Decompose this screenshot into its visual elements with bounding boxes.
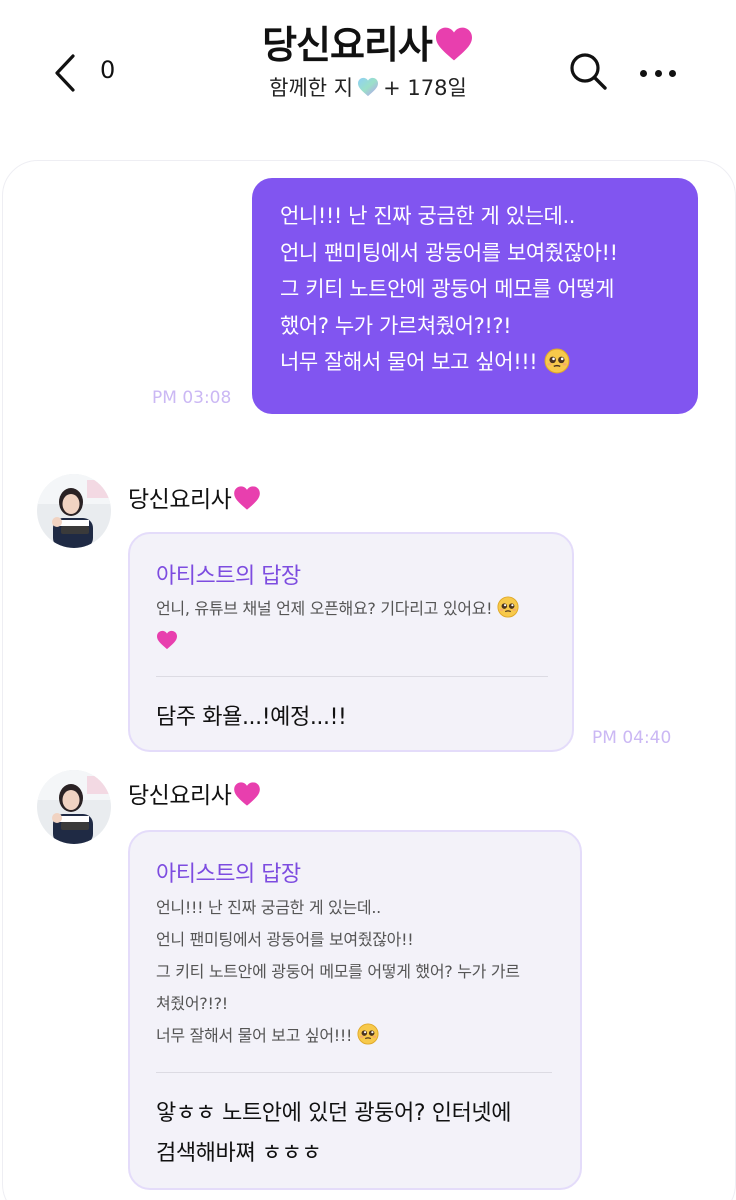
chat-header: 0 당신요리사 함께한 지 + 178일 [0,0,736,140]
quoted-line-text: 너무 잘해서 물어 보고 싶어!!! [156,1026,353,1045]
sender-name-text: 당신요리사 [128,783,232,809]
artist-reply-card[interactable]: 아티스트의 답장 언니!!! 난 진짜 궁금한 게 있는데.. 언니 팬미팅에서… [128,830,582,1190]
avatar-photo [37,474,111,548]
quoted-message: 언니!!! 난 진짜 궁금한 게 있는데.. 언니 팬미팅에서 광둥어를 보여줬… [156,892,520,1052]
answer-line: 앟ㅎㅎ 노트안에 있던 광둥어? 인터넷에 [156,1101,512,1126]
message-line-text: 너무 잘해서 물어 보고 싶어!!! [280,350,538,374]
artist-answer: 앟ㅎㅎ 노트안에 있던 광둥어? 인터넷에 검색해바쪄 ㅎㅎㅎ [156,1094,511,1174]
quoted-message: 언니, 유튜브 채널 언제 오픈해요? 기다리고 있어요! [156,593,519,657]
message-line: 너무 잘해서 물어 보고 싶어!!! [280,344,688,381]
message-time: PM 03:08 [152,388,232,408]
answer-line: 검색해바쪄 ㅎㅎㅎ [156,1141,322,1166]
together-days-count: + 178일 [383,76,467,100]
quoted-line: 언니, 유튜브 채널 언제 오픈해요? 기다리고 있어요! [156,593,519,625]
avatar-photo [37,770,111,844]
answer-line: 담주 화욜...!예정...!! [156,705,347,730]
artist-reply-card[interactable]: 아티스트의 답장 언니, 유튜브 채널 언제 오픈해요? 기다리고 있어요! 담… [128,532,574,752]
sender-name: 당신요리사 [128,480,261,514]
together-days: 함께한 지 + 178일 [0,72,736,102]
pink-heart-icon [434,26,474,62]
pink-heart-icon [233,781,261,807]
gradient-heart-icon [357,77,379,97]
artist-answer: 담주 화욜...!예정...!! [156,698,347,738]
avatar[interactable] [37,770,111,844]
pleading-face-icon [544,348,570,374]
divider [156,676,548,677]
quoted-line: 언니 팬미팅에서 광둥어를 보여줬잖아!! [156,930,414,949]
dot-icon [640,69,647,77]
quoted-line: 너무 잘해서 물어 보고 싶어!!! [156,1020,520,1052]
more-options-button[interactable] [636,58,680,88]
quoted-line: 쳐줬어?!?! [156,994,228,1013]
quoted-line: 언니!!! 난 진짜 궁금한 게 있는데.. [156,898,381,917]
reply-time: PM 04:40 [592,728,672,748]
sender-name: 당신요리사 [128,776,261,810]
message-line: 했어? 누가 가르쳐줬어?!?! [280,313,512,338]
pleading-face-icon [357,1023,379,1045]
chat-title-text: 당신요리사 [262,23,433,67]
message-line: 언니 팬미팅에서 광둥어를 보여줬잖아!! [280,240,618,265]
pink-heart-icon [156,630,178,650]
dot-icon [669,69,676,77]
quoted-line-text: 언니, 유튜브 채널 언제 오픈해요? 기다리고 있어요! [156,599,493,618]
quoted-line [156,625,519,657]
chat-title: 당신요리사 [0,14,736,69]
avatar[interactable] [37,474,111,548]
sender-name-text: 당신요리사 [128,487,232,513]
search-icon [570,53,607,90]
message-line: 언니!!! 난 진짜 궁금한 게 있는데.. [280,204,576,228]
my-message-bubble[interactable]: 언니!!! 난 진짜 궁금한 게 있는데.. 언니 팬미팅에서 광둥어를 보여줬… [252,178,698,414]
pink-heart-icon [233,485,261,511]
quoted-line: 그 키티 노트안에 광둥어 메모를 어떻게 했어? 누가 가르 [156,962,520,981]
pleading-face-icon [497,596,519,618]
artist-reply-label: 아티스트의 답장 [156,564,301,589]
dot-icon [654,69,662,77]
divider [156,1072,552,1073]
search-button[interactable] [566,50,610,94]
artist-reply-label: 아티스트의 답장 [156,862,301,887]
together-label: 함께한 지 [269,76,354,100]
message-line: 그 키티 노트안에 광둥어 메모를 어떻게 [280,277,615,301]
